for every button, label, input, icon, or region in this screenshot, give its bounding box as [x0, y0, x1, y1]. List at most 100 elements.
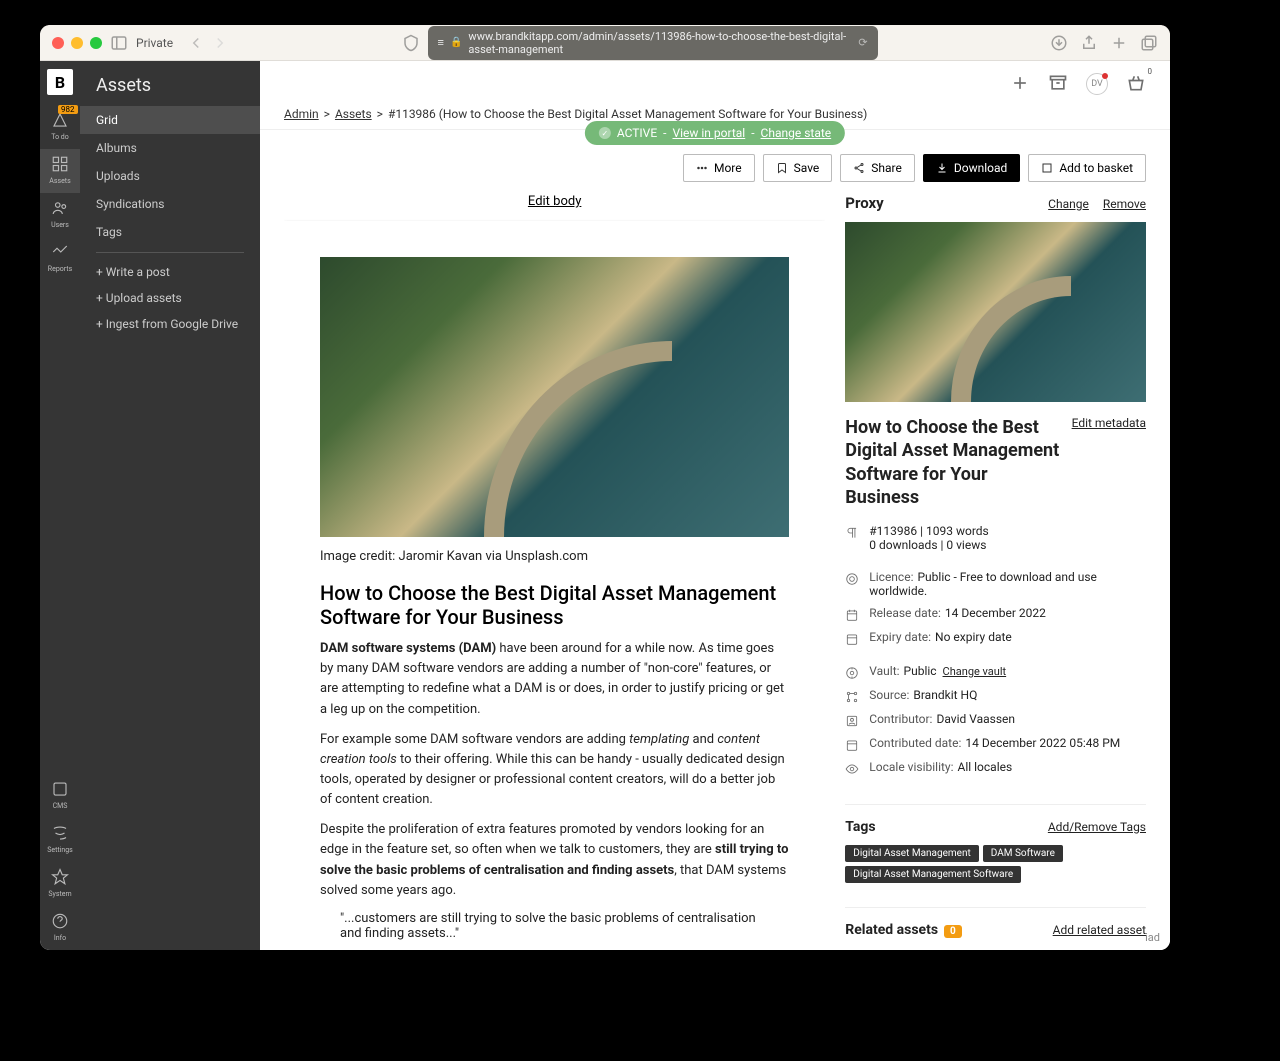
image-credit: Image credit: Jaromir Kavan via Unsplash… [320, 547, 789, 567]
app-body: B 982 To do Assets Users Reports CMS [40, 61, 1170, 950]
url-text: www.brandkitapp.com/admin/assets/113986-… [468, 30, 852, 56]
share-icon[interactable] [1080, 34, 1098, 52]
close-window-button[interactable] [52, 37, 64, 49]
crumb-current: #113986 (How to Choose the Best Digital … [388, 107, 867, 121]
change-state-link[interactable]: Change state [761, 126, 832, 140]
sidebar-tags[interactable]: Tags [80, 218, 260, 246]
user-avatar[interactable]: DV [1086, 73, 1108, 95]
proxy-header: Proxy Change Remove [845, 194, 1146, 212]
article-column: Edit body Image credit: Jaromir Kavan vi… [284, 194, 825, 950]
add-related-link[interactable]: Add related asset [1053, 923, 1146, 937]
nav-rail: B 982 To do Assets Users Reports CMS [40, 61, 80, 950]
browser-window: Private ≡ 🔒 www.brandkitapp.com/admin/as… [40, 25, 1170, 950]
more-button[interactable]: More [683, 154, 755, 182]
edit-metadata-link[interactable]: Edit metadata [1072, 416, 1146, 430]
eye-icon [845, 762, 859, 776]
shield-icon[interactable] [402, 34, 420, 52]
download-button[interactable]: Download [923, 154, 1020, 182]
stats: 0 downloads | 0 views [869, 538, 988, 552]
back-button[interactable] [187, 34, 205, 52]
tags-list: Digital Asset Management DAM Software Di… [845, 845, 1146, 883]
rail-cms[interactable]: CMS [40, 774, 80, 818]
forward-button[interactable] [211, 34, 229, 52]
topbar-icons: DV 0 [284, 71, 1146, 107]
lock-icon: 🔒 [450, 37, 462, 48]
rail-todo[interactable]: 982 To do [40, 105, 80, 149]
status-state: ACTIVE [617, 126, 657, 140]
related-heading: Related assets0 [845, 922, 962, 938]
person-icon [845, 714, 859, 728]
tag-item[interactable]: Digital Asset Management [845, 845, 978, 862]
region-label: iad [1145, 931, 1160, 944]
id-words: #113986 | 1093 words [869, 524, 988, 538]
maximize-window-button[interactable] [90, 37, 102, 49]
sidebar-ingest-gdrive[interactable]: + Ingest from Google Drive [80, 311, 260, 337]
view-in-portal-link[interactable]: View in portal [672, 126, 745, 140]
sidebar-write-post[interactable]: + Write a post [80, 259, 260, 285]
add-to-basket-button[interactable]: Add to basket [1028, 154, 1146, 182]
rail-system[interactable]: System [40, 862, 80, 906]
checkmark-icon: ✓ [599, 127, 611, 139]
reload-icon[interactable]: ⟳ [858, 36, 867, 49]
article-box: Image credit: Jaromir Kavan via Unsplash… [284, 221, 825, 950]
calendar-icon [845, 632, 859, 646]
sidebar-albums[interactable]: Albums [80, 134, 260, 162]
paragraph-icon [845, 526, 859, 540]
title-bar: Private ≡ 🔒 www.brandkitapp.com/admin/as… [40, 25, 1170, 61]
edit-body-link[interactable]: Edit body [284, 194, 825, 209]
main-split: Edit body Image credit: Jaromir Kavan vi… [260, 194, 1170, 950]
article-quote: "...customers are still trying to solve … [340, 911, 769, 941]
archive-icon[interactable] [1048, 73, 1068, 93]
proxy-change-link[interactable]: Change [1048, 197, 1089, 211]
tabs-icon[interactable] [1140, 34, 1158, 52]
save-button[interactable]: Save [763, 154, 833, 182]
breadcrumb: Admin > Assets > #113986 (How to Choose … [284, 107, 1146, 129]
crumb-admin[interactable]: Admin [284, 107, 319, 121]
related-section-head: Related assets0 Add related asset [845, 907, 1146, 938]
brand-logo[interactable]: B [47, 69, 73, 95]
article-p1: DAM software systems (DAM) have been aro… [320, 639, 789, 720]
proxy-image [845, 222, 1146, 402]
status-pill: ✓ ACTIVE - View in portal - Change state [585, 121, 845, 145]
article-p2: For example some DAM software vendors ar… [320, 730, 789, 811]
calendar-icon [845, 608, 859, 622]
proxy-remove-link[interactable]: Remove [1103, 197, 1146, 211]
new-tab-icon[interactable] [1110, 34, 1128, 52]
sidebar-upload-assets[interactable]: + Upload assets [80, 285, 260, 311]
tag-item[interactable]: DAM Software [983, 845, 1063, 862]
crumb-assets[interactable]: Assets [335, 107, 372, 121]
add-icon[interactable] [1010, 73, 1030, 93]
add-remove-tags-link[interactable]: Add/Remove Tags [1048, 820, 1146, 834]
sidebar-grid[interactable]: Grid [80, 106, 260, 134]
download-icon[interactable] [1050, 34, 1068, 52]
sidebar: Assets Grid Albums Uploads Syndications … [80, 61, 260, 950]
basket-icon[interactable]: 0 [1126, 73, 1146, 93]
traffic-lights [52, 37, 102, 49]
sidebar-toggle-icon[interactable] [110, 34, 128, 52]
rail-assets[interactable]: Assets [40, 149, 80, 193]
source-icon [845, 690, 859, 704]
sidebar-syndications[interactable]: Syndications [80, 190, 260, 218]
calendar-icon [845, 738, 859, 752]
url-box[interactable]: ≡ 🔒 www.brandkitapp.com/admin/assets/113… [428, 26, 878, 60]
rail-info[interactable]: Info [40, 906, 80, 950]
rail-users[interactable]: Users [40, 193, 80, 237]
meta-column: Proxy Change Remove How to Choose the Be… [845, 194, 1146, 950]
proxy-heading: Proxy [845, 194, 883, 212]
change-vault-link[interactable]: Change vault [943, 665, 1007, 678]
rail-reports[interactable]: Reports [40, 237, 80, 281]
private-label: Private [136, 36, 173, 50]
share-button[interactable]: Share [840, 154, 915, 182]
licence-icon [845, 572, 859, 586]
reader-icon: ≡ [438, 36, 444, 49]
tag-item[interactable]: Digital Asset Management Software [845, 866, 1021, 883]
minimize-window-button[interactable] [71, 37, 83, 49]
content-header: DV 0 Admin > Assets > #113986 (How to Ch… [260, 61, 1170, 130]
content: DV 0 Admin > Assets > #113986 (How to Ch… [260, 61, 1170, 950]
rail-settings[interactable]: Settings [40, 818, 80, 862]
article-title: How to Choose the Best Digital Asset Man… [320, 581, 789, 629]
todo-badge: 982 [58, 105, 78, 114]
tags-section-head: Tags Add/Remove Tags [845, 804, 1146, 835]
sidebar-uploads[interactable]: Uploads [80, 162, 260, 190]
basket-count: 0 [1148, 67, 1153, 76]
